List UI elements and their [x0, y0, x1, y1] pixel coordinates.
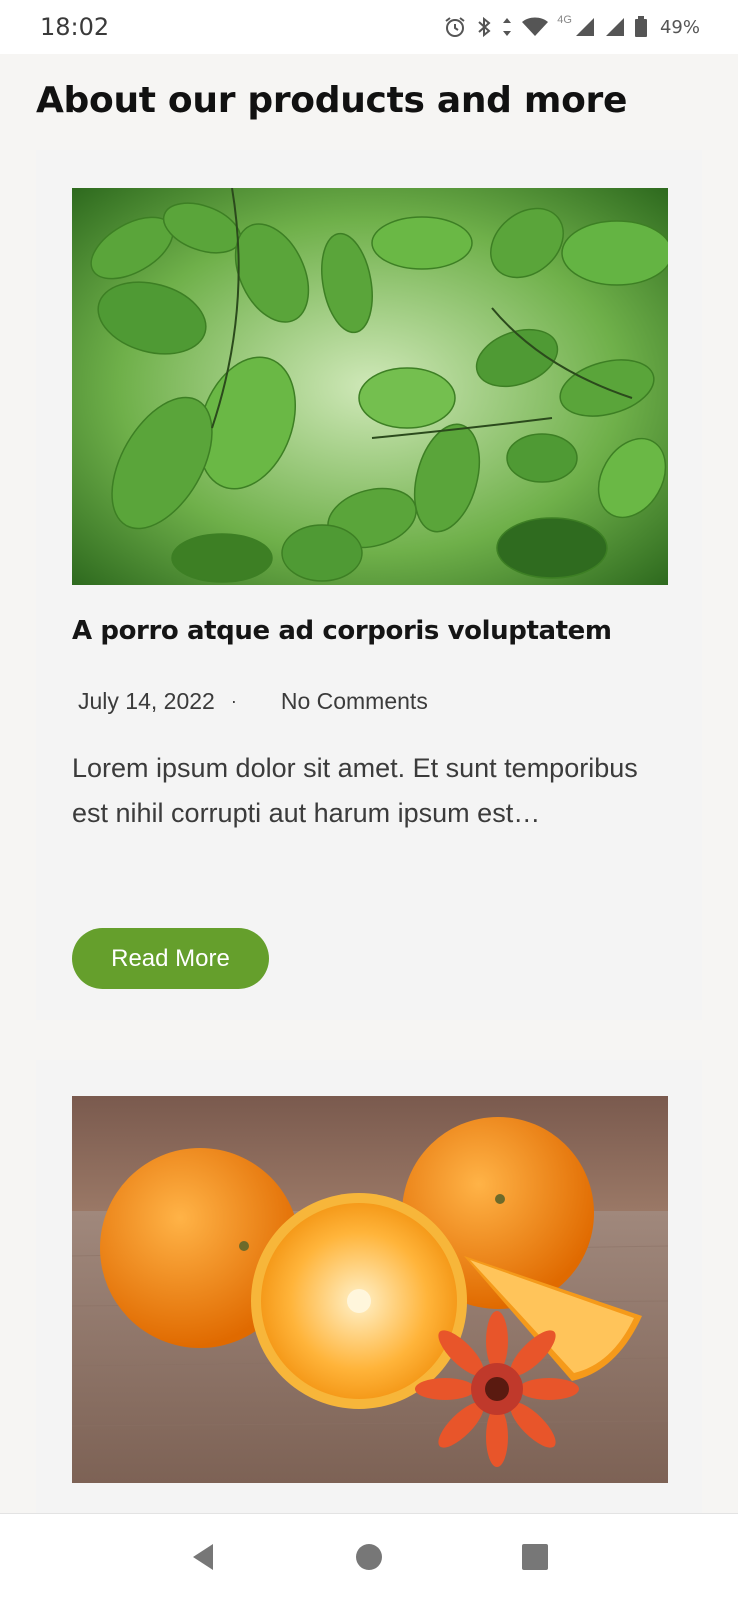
signal-icon: [575, 18, 594, 36]
post-image[interactable]: [72, 1096, 668, 1483]
data-arrows-icon: [503, 18, 512, 36]
alarm-icon: [445, 17, 465, 37]
back-icon: [193, 1543, 213, 1570]
home-icon: [356, 1543, 382, 1570]
post-excerpt: Lorem ipsum dolor sit amet. Et sunt temp…: [72, 753, 638, 828]
post-card: [36, 1060, 702, 1525]
battery-icon: [634, 16, 647, 37]
network-type: 4G: [557, 14, 572, 26]
meta-separator: ·: [230, 691, 237, 711]
home-button[interactable]: [349, 1537, 389, 1577]
post-date[interactable]: July 14, 2022: [78, 688, 215, 715]
recents-button[interactable]: [515, 1537, 555, 1577]
wifi-icon: [522, 17, 549, 36]
oranges-and-flower-photo: [72, 1096, 668, 1483]
status-time: 18:02: [40, 13, 110, 41]
status-bar: 18:02 4G 49%: [0, 0, 738, 54]
post-meta: July 14, 2022 · No Comments: [78, 688, 428, 715]
status-icons: 4G 49%: [443, 14, 700, 39]
post-image[interactable]: [72, 188, 668, 585]
green-leaves-photo: [72, 188, 668, 585]
recents-icon: [522, 1543, 548, 1570]
battery-level: 49%: [659, 16, 700, 38]
system-nav-bar: [0, 1513, 738, 1599]
post-card: A porro atque ad corporis voluptatem Jul…: [36, 150, 702, 1020]
post-title[interactable]: A porro atque ad corporis voluptatem: [72, 616, 612, 646]
bluetooth-icon: [478, 16, 491, 38]
post-comments-link[interactable]: No Comments: [281, 688, 428, 715]
read-more-button[interactable]: Read More: [72, 928, 269, 989]
back-button[interactable]: [183, 1537, 223, 1577]
page-title: About our products and more: [36, 80, 628, 121]
signal-icon: [605, 18, 624, 36]
